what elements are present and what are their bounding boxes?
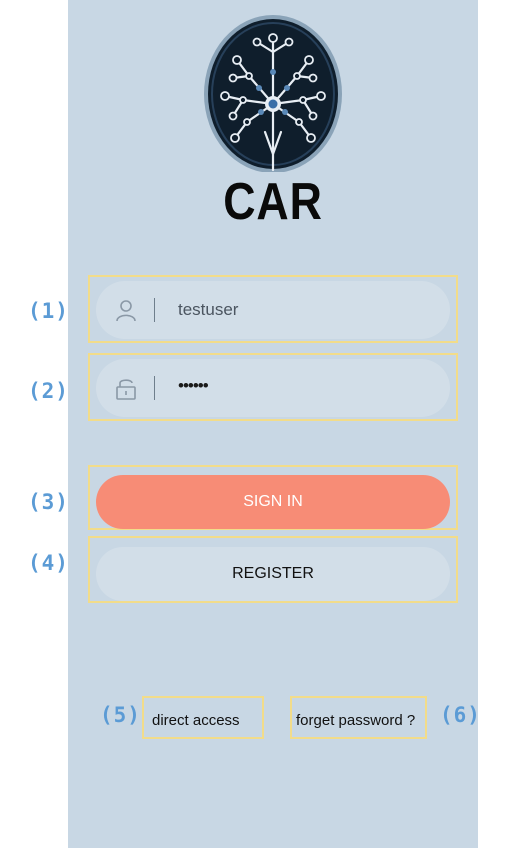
logo-wordmark: CAR [223,173,323,231]
annotation-number: (1) [28,299,69,323]
lock-icon [116,379,136,400]
brain-logo-icon [204,15,342,172]
register-button[interactable]: REGISTER [96,547,450,601]
page-root: CAR (1) testuser (2) •••••• (3) SIGN IN … [0,0,521,848]
field-separator [154,298,155,322]
annotation-number: (2) [28,379,69,403]
field-separator [154,376,155,400]
forget-password-link[interactable]: forget password ? [296,712,415,729]
user-icon [116,300,136,322]
annotation-number: (5) [100,703,141,727]
annotation-number: (3) [28,490,69,514]
username-input[interactable]: testuser [178,281,238,339]
password-field[interactable]: •••••• [96,359,450,417]
annotation-number: (6) [440,703,481,727]
username-field[interactable]: testuser [96,281,450,339]
sign-in-button[interactable]: SIGN IN [96,475,450,529]
annotation-number: (4) [28,551,69,575]
password-input[interactable]: •••••• [178,357,209,415]
direct-access-link[interactable]: direct access [152,712,240,729]
